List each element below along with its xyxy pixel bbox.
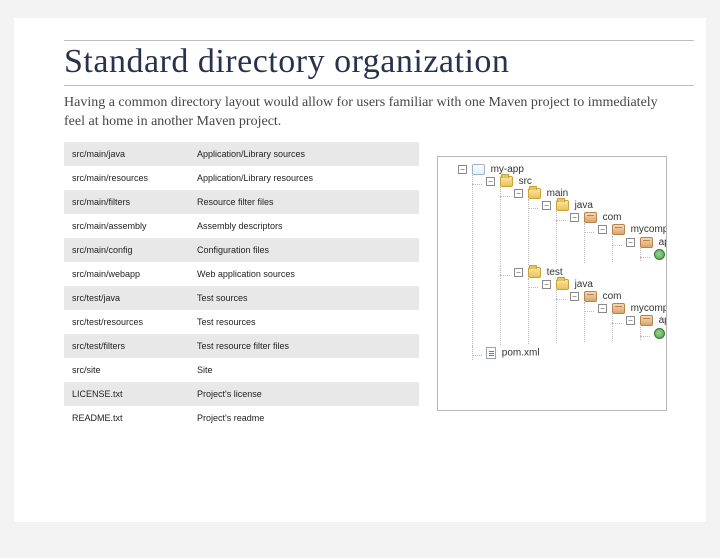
table-row: README.txtProject's readme bbox=[64, 406, 419, 430]
content-row: src/main/javaApplication/Library sources… bbox=[64, 142, 676, 430]
collapse-icon[interactable]: − bbox=[626, 238, 635, 247]
tree-node-mycompany[interactable]: − mycompany − bbox=[584, 223, 662, 262]
table-row: src/main/javaApplication/Library sources bbox=[64, 142, 419, 166]
tree-node-com[interactable]: − com − bbox=[556, 290, 662, 343]
tree-node-src[interactable]: − src − main − bbox=[472, 175, 662, 346]
tree-label: mycompany bbox=[631, 303, 667, 314]
path-cell: src/main/assembly bbox=[64, 214, 189, 238]
package-icon bbox=[584, 212, 597, 223]
collapse-icon[interactable]: − bbox=[598, 225, 607, 234]
desc-cell: Project's license bbox=[189, 382, 419, 406]
tree-node-main[interactable]: − main − java bbox=[500, 187, 662, 266]
desc-cell: Test resources bbox=[189, 310, 419, 334]
table-row: LICENSE.txtProject's license bbox=[64, 382, 419, 406]
package-icon bbox=[640, 315, 653, 326]
package-icon bbox=[640, 237, 653, 248]
tree-node-java[interactable]: − java − com bbox=[528, 199, 662, 265]
path-cell: src/main/webapp bbox=[64, 262, 189, 286]
path-cell: LICENSE.txt bbox=[64, 382, 189, 406]
tree-label: app bbox=[659, 315, 667, 326]
folder-open-icon bbox=[500, 176, 513, 187]
directory-table-body: src/main/javaApplication/Library sources… bbox=[64, 142, 419, 430]
tree-label: pom.xml bbox=[502, 347, 540, 358]
desc-cell: Assembly descriptors bbox=[189, 214, 419, 238]
slide: Standard directory organization Having a… bbox=[14, 18, 706, 522]
path-cell: src/test/resources bbox=[64, 310, 189, 334]
tree-label: com bbox=[603, 212, 622, 223]
tree-panel: − my-app − src − main bbox=[437, 156, 667, 411]
collapse-icon[interactable]: − bbox=[514, 268, 523, 277]
table-row: src/test/resourcesTest resources bbox=[64, 310, 419, 334]
collapse-icon[interactable]: − bbox=[486, 177, 495, 186]
tree-node-app[interactable]: − app bbox=[612, 314, 662, 340]
desc-cell: Web application sources bbox=[189, 262, 419, 286]
path-cell: src/main/filters bbox=[64, 190, 189, 214]
package-icon bbox=[612, 224, 625, 235]
page-title: Standard directory organization bbox=[64, 43, 676, 81]
tree-node-java[interactable]: − java − com bbox=[528, 278, 662, 344]
table-row: src/main/filtersResource filter files bbox=[64, 190, 419, 214]
table-row: src/siteSite bbox=[64, 358, 419, 382]
top-rule bbox=[64, 40, 694, 41]
java-file-icon bbox=[654, 249, 665, 260]
table-row: src/main/assemblyAssembly descriptors bbox=[64, 214, 419, 238]
desc-cell: Project's readme bbox=[189, 406, 419, 430]
table-row: src/main/configConfiguration files bbox=[64, 238, 419, 262]
table-row: src/test/filtersTest resource filter fil… bbox=[64, 334, 419, 358]
tree-label: app bbox=[659, 237, 667, 248]
tree-label: mycompany bbox=[631, 224, 667, 235]
path-cell: src/site bbox=[64, 358, 189, 382]
tree-node-app[interactable]: − app bbox=[612, 236, 662, 262]
desc-cell: Site bbox=[189, 358, 419, 382]
path-cell: src/main/config bbox=[64, 238, 189, 262]
path-cell: README.txt bbox=[64, 406, 189, 430]
desc-cell: Resource filter files bbox=[189, 190, 419, 214]
intro-paragraph: Having a common directory layout would a… bbox=[64, 94, 664, 132]
tree-node-apptestjava[interactable]: AppTest.java bbox=[640, 327, 662, 340]
tree-node-root[interactable]: − my-app − src − main bbox=[444, 163, 662, 361]
tree-label: com bbox=[603, 291, 622, 302]
collapse-icon[interactable]: − bbox=[570, 213, 579, 222]
folder-open-icon bbox=[528, 267, 541, 278]
package-icon bbox=[584, 291, 597, 302]
java-file-icon bbox=[654, 328, 665, 339]
file-tree: − my-app − src − main bbox=[444, 163, 662, 361]
folder-open-icon bbox=[528, 188, 541, 199]
desc-cell: Test sources bbox=[189, 286, 419, 310]
table-row: src/main/resourcesApplication/Library re… bbox=[64, 166, 419, 190]
collapse-icon[interactable]: − bbox=[626, 316, 635, 325]
desc-cell: Application/Library sources bbox=[189, 142, 419, 166]
path-cell: src/main/java bbox=[64, 142, 189, 166]
directory-table: src/main/javaApplication/Library sources… bbox=[64, 142, 419, 430]
project-icon bbox=[472, 164, 485, 175]
desc-cell: Test resource filter files bbox=[189, 334, 419, 358]
tree-node-test[interactable]: − test − java bbox=[500, 266, 662, 345]
table-row: src/main/webappWeb application sources bbox=[64, 262, 419, 286]
table-row: src/test/javaTest sources bbox=[64, 286, 419, 310]
path-cell: src/main/resources bbox=[64, 166, 189, 190]
collapse-icon[interactable]: − bbox=[542, 280, 551, 289]
folder-open-icon bbox=[556, 279, 569, 290]
xml-file-icon bbox=[486, 347, 496, 359]
desc-cell: Configuration files bbox=[189, 238, 419, 262]
path-cell: src/test/java bbox=[64, 286, 189, 310]
tree-node-com[interactable]: − com − bbox=[556, 211, 662, 264]
folder-open-icon bbox=[556, 200, 569, 211]
collapse-icon[interactable]: − bbox=[514, 189, 523, 198]
collapse-icon[interactable]: − bbox=[598, 304, 607, 313]
tree-node-appjava[interactable]: App.java bbox=[640, 248, 662, 261]
collapse-icon[interactable]: − bbox=[570, 292, 579, 301]
desc-cell: Application/Library resources bbox=[189, 166, 419, 190]
collapse-icon[interactable]: − bbox=[458, 165, 467, 174]
path-cell: src/test/filters bbox=[64, 334, 189, 358]
tree-label: java bbox=[575, 200, 593, 211]
package-icon bbox=[612, 303, 625, 314]
title-underline bbox=[64, 85, 694, 86]
tree-label: java bbox=[575, 279, 593, 290]
tree-node-pom[interactable]: pom.xml bbox=[472, 346, 662, 360]
collapse-icon[interactable]: − bbox=[542, 201, 551, 210]
tree-node-mycompany[interactable]: − mycompany − bbox=[584, 302, 662, 341]
